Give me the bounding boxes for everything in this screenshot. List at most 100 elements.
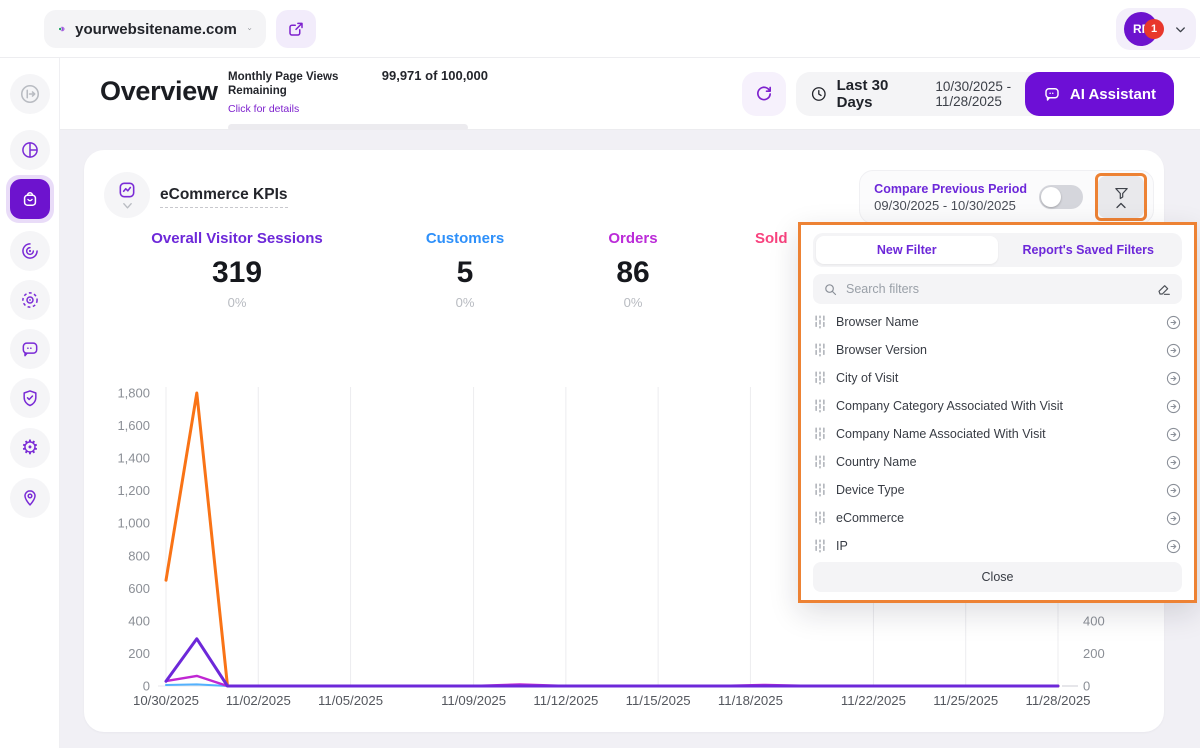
sidebar-item-expand[interactable] <box>10 74 50 114</box>
filter-item-label: eCommerce <box>836 511 1156 525</box>
adjust-sliders-icon <box>813 454 827 470</box>
adjust-sliders-icon <box>813 342 827 358</box>
filter-panel: New Filter Report's Saved Filters Browse… <box>798 222 1197 603</box>
panel-expand-icon <box>19 83 41 105</box>
filter-item[interactable]: Company Category Associated With Visit <box>813 392 1182 420</box>
pageviews-label: Monthly Page Views Remaining <box>228 71 374 99</box>
sidebar-item-communication[interactable] <box>10 329 50 369</box>
filter-button-highlight <box>1095 173 1147 221</box>
search-icon <box>823 282 838 297</box>
adjust-sliders-icon <box>813 510 827 526</box>
arrow-circle-right-icon[interactable] <box>1165 398 1182 415</box>
kpi-label: Overall Visitor Sessions <box>120 230 354 247</box>
filter-item[interactable]: Browser Name <box>813 308 1182 336</box>
filter-item[interactable]: IP <box>813 532 1182 560</box>
funnel-icon <box>1113 186 1130 201</box>
sidebar-item-ecommerce[interactable] <box>6 175 54 223</box>
date-preset-label: Last 30 Days <box>837 77 927 111</box>
adjust-sliders-icon <box>813 482 827 498</box>
pie-chart-icon <box>20 140 40 160</box>
website-favicon-icon <box>58 18 65 40</box>
website-name: yourwebsitename.com <box>75 21 237 38</box>
kpi-delta: 0% <box>390 295 540 310</box>
filter-item-label: Country Name <box>836 455 1156 469</box>
eraser-icon[interactable] <box>1156 281 1172 297</box>
refresh-icon <box>754 84 774 104</box>
arrow-circle-right-icon[interactable] <box>1165 538 1182 555</box>
chevron-up-icon <box>1115 202 1127 209</box>
arrow-circle-right-icon[interactable] <box>1165 370 1182 387</box>
compare-previous-period-group: Compare Previous Period 09/30/2025 - 10/… <box>859 170 1154 224</box>
adjust-sliders-icon <box>813 426 827 442</box>
kpi-label: Customers <box>390 230 540 247</box>
website-selector[interactable]: yourwebsitename.com <box>44 10 266 48</box>
kpi-3[interactable]: Orders 86 0% <box>558 230 708 310</box>
adjust-sliders-icon <box>813 398 827 414</box>
filters-button[interactable] <box>1098 176 1144 218</box>
external-link-icon <box>287 20 305 38</box>
open-website-button[interactable] <box>276 10 316 48</box>
arrow-circle-right-icon[interactable] <box>1165 426 1182 443</box>
compare-text: Compare Previous Period 09/30/2025 - 10/… <box>874 182 1027 213</box>
kpi-value: 319 <box>120 256 354 290</box>
filter-item-label: IP <box>836 539 1156 553</box>
compare-toggle[interactable] <box>1039 185 1083 209</box>
user-menu[interactable]: RF 1 <box>1116 8 1196 50</box>
filter-item-label: Company Category Associated With Visit <box>836 399 1156 413</box>
arrow-circle-right-icon[interactable] <box>1165 482 1182 499</box>
arrow-circle-right-icon[interactable] <box>1165 342 1182 359</box>
arrow-circle-right-icon[interactable] <box>1165 314 1182 331</box>
refresh-button[interactable] <box>742 72 786 116</box>
kpi-delta: 0% <box>558 295 708 310</box>
filter-item[interactable]: eCommerce <box>813 504 1182 532</box>
kpi-2[interactable]: Customers 5 0% <box>390 230 540 310</box>
kpi-value: 86 <box>558 256 708 290</box>
chat-bubble-icon <box>1043 85 1061 103</box>
clock-icon <box>810 85 828 103</box>
notification-badge: 1 <box>1144 19 1164 39</box>
filter-item[interactable]: City of Visit <box>813 364 1182 392</box>
adjust-sliders-icon <box>813 370 827 386</box>
sidebar-item-settings[interactable]: ⚙ <box>10 428 50 468</box>
filter-item-label: Browser Name <box>836 315 1156 329</box>
arrow-circle-right-icon[interactable] <box>1165 510 1182 527</box>
chevron-down-icon <box>247 21 252 37</box>
filter-search <box>813 274 1182 304</box>
sidebar-item-behaviour[interactable] <box>10 231 50 271</box>
chevron-down-icon <box>122 202 133 210</box>
record-camera-icon <box>20 290 40 310</box>
pageviews-quota: Monthly Page Views Remaining 99,971 of 1… <box>228 68 488 131</box>
tab-new-filter[interactable]: New Filter <box>816 236 998 264</box>
tab-saved-filters[interactable]: Report's Saved Filters <box>998 236 1180 264</box>
shopping-bag-icon <box>20 189 40 209</box>
close-filter-panel-button[interactable]: Close <box>813 562 1182 592</box>
filter-item-label: Browser Version <box>836 343 1156 357</box>
adjust-sliders-icon <box>813 314 827 330</box>
ai-assistant-button[interactable]: AI Assistant <box>1025 72 1174 116</box>
topbar: yourwebsitename.com RF 1 <box>0 0 1200 58</box>
sidebar: ⚙ <box>0 58 60 748</box>
card-title[interactable]: eCommerce KPIs <box>160 186 288 208</box>
filter-item[interactable]: Company Name Associated With Visit <box>813 420 1182 448</box>
page-title: Overview <box>100 76 218 107</box>
arrow-circle-right-icon[interactable] <box>1165 454 1182 471</box>
kpi-label: Orders <box>558 230 708 247</box>
filter-item-label: Company Name Associated With Visit <box>836 427 1156 441</box>
filter-item[interactable]: Browser Version <box>813 336 1182 364</box>
sidebar-item-recordings[interactable] <box>10 280 50 320</box>
adjust-sliders-icon <box>813 538 827 554</box>
kpi-1[interactable]: Overall Visitor Sessions3190% <box>120 230 354 310</box>
search-filters-input[interactable] <box>846 282 1148 296</box>
sidebar-item-dashboard[interactable] <box>10 130 50 170</box>
kpi-value: 5 <box>390 256 540 290</box>
sidebar-item-visitor-location[interactable] <box>10 478 50 518</box>
card-icon-wrap[interactable] <box>104 172 150 218</box>
location-pin-icon <box>20 488 40 508</box>
filter-item[interactable]: Device Type <box>813 476 1182 504</box>
filter-item[interactable]: Country Name <box>813 448 1182 476</box>
chevron-down-icon <box>1173 22 1188 37</box>
sidebar-item-privacy[interactable] <box>10 378 50 418</box>
pageviews-usage: 99,971 of 100,000 <box>382 68 488 83</box>
sidebar-item-ecommerce-active-bg <box>10 179 50 219</box>
pageviews-details-link[interactable]: Click for details <box>228 103 299 115</box>
